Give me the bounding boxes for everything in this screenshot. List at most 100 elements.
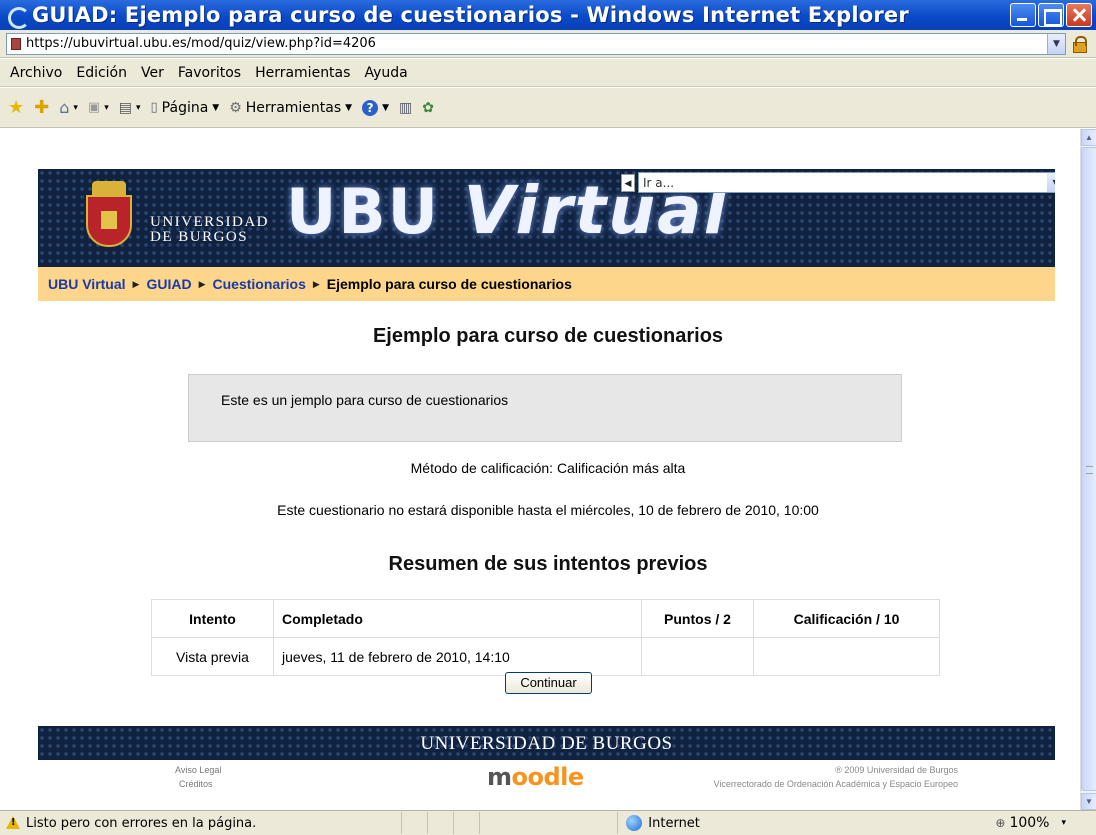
security-zone-label: Internet bbox=[648, 815, 700, 831]
university-name-line1: UNIVERSIDAD bbox=[150, 214, 269, 230]
research-icon[interactable]: ▥ bbox=[399, 100, 412, 116]
grading-method: Método de calificación: Calificación más… bbox=[410, 460, 686, 476]
page-icon bbox=[11, 37, 21, 50]
goto-jump-menu: ◀ Ir a... ▼ bbox=[621, 172, 1055, 193]
close-button[interactable] bbox=[1066, 3, 1092, 27]
scrollbar-thumb[interactable] bbox=[1081, 147, 1096, 791]
site-header: UNIVERSIDAD DE BURGOS UBU Virtual ◀ Ir a… bbox=[38, 169, 1055, 267]
breadcrumb-guiad[interactable]: GUIAD bbox=[146, 276, 191, 292]
chevron-down-icon: ▾ bbox=[135, 102, 141, 113]
university-name-line2: DE BURGOS bbox=[150, 229, 249, 245]
help-icon: ? bbox=[362, 99, 379, 116]
menu-bar: Archivo Edición Ver Favoritos Herramient… bbox=[0, 59, 1096, 87]
status-bar: Listo pero con errores en la página. Int… bbox=[0, 810, 1096, 835]
status-panes bbox=[401, 812, 505, 834]
vertical-scrollbar[interactable]: ▲ ▼ bbox=[1080, 129, 1096, 810]
internet-explorer-icon bbox=[6, 5, 30, 29]
credits-link[interactable]: Créditos bbox=[175, 777, 221, 791]
menu-ver[interactable]: Ver bbox=[141, 65, 164, 81]
breadcrumb-separator-icon: ▶ bbox=[198, 278, 206, 289]
footer-university-title: UNIVERSIDAD DE BURGOS bbox=[420, 733, 673, 754]
copyright-text: ® 2009 Universidad de Burgos bbox=[835, 765, 958, 775]
menu-herramientas[interactable]: Herramientas bbox=[255, 65, 350, 81]
breadcrumb-ubu-virtual[interactable]: UBU Virtual bbox=[48, 276, 126, 292]
table-header-row: Intento Completado Puntos / 2 Calificaci… bbox=[151, 599, 940, 638]
window-controls bbox=[1010, 3, 1092, 27]
minimize-button[interactable] bbox=[1010, 3, 1036, 27]
feeds-icon: ▣ bbox=[87, 100, 101, 115]
menu-edicion[interactable]: Edición bbox=[76, 65, 127, 81]
status-pane bbox=[453, 812, 479, 834]
chevron-down-icon: ▾ bbox=[104, 102, 109, 113]
url-dropdown-icon[interactable]: ▼ bbox=[1047, 33, 1065, 54]
status-pane bbox=[401, 812, 427, 834]
footer-copyright: ® 2009 Universidad de Burgos Vicerrector… bbox=[714, 763, 958, 791]
chevron-down-icon: ▾ bbox=[73, 102, 78, 113]
chevron-down-icon: ▼ bbox=[382, 102, 389, 113]
university-crest-icon bbox=[86, 181, 132, 251]
column-header-calificacion: Calificación / 10 bbox=[753, 599, 940, 638]
page-viewport: UNIVERSIDAD DE BURGOS UBU Virtual ◀ Ir a… bbox=[0, 129, 1080, 810]
zoom-level: 100% bbox=[1009, 815, 1050, 831]
attempt-cell: Vista previa bbox=[151, 637, 274, 676]
home-button[interactable]: ⌂ ▾ bbox=[59, 98, 78, 117]
table-row: Vista previa jueves, 11 de febrero de 20… bbox=[151, 637, 940, 676]
continue-button[interactable]: Continuar bbox=[505, 672, 592, 694]
lock-icon[interactable] bbox=[1072, 35, 1087, 53]
print-button[interactable]: ▤ ▾ bbox=[119, 100, 141, 116]
breadcrumb-separator-icon: ▶ bbox=[132, 278, 140, 289]
university-name: UNIVERSIDAD DE BURGOS bbox=[150, 215, 269, 245]
column-header-intento: Intento bbox=[151, 599, 274, 638]
grade-cell bbox=[753, 637, 940, 676]
maximize-button[interactable] bbox=[1038, 3, 1064, 27]
legal-notice-link[interactable]: Aviso Legal bbox=[175, 763, 221, 777]
feeds-button[interactable]: ▣ ▾ bbox=[88, 100, 109, 115]
availability-notice: Este cuestionario no estará disponible h… bbox=[277, 502, 819, 518]
points-cell bbox=[641, 637, 754, 676]
page-menu-label: Página bbox=[161, 99, 209, 116]
help-button[interactable]: ? ▼ bbox=[362, 99, 389, 116]
attempts-summary-title: Resumen de sus intentos previos bbox=[388, 553, 708, 575]
scroll-up-icon[interactable]: ▲ bbox=[1081, 129, 1096, 146]
breadcrumb-cuestionarios[interactable]: Cuestionarios bbox=[213, 276, 306, 292]
status-message: Listo pero con errores en la página. bbox=[26, 815, 257, 831]
url-input[interactable]: https://ubuvirtual.ubu.es/mod/quiz/view.… bbox=[6, 32, 1066, 55]
status-pane bbox=[427, 812, 453, 834]
favorites-star-icon[interactable]: ★ bbox=[8, 98, 24, 117]
footer-links: Aviso Legal Créditos bbox=[175, 763, 221, 791]
column-header-completado: Completado bbox=[273, 599, 642, 638]
chevron-down-icon: ▼ bbox=[345, 102, 353, 113]
column-header-puntos: Puntos / 2 bbox=[641, 599, 754, 638]
menu-favoritos[interactable]: Favoritos bbox=[178, 65, 241, 81]
scroll-down-icon[interactable]: ▼ bbox=[1081, 793, 1096, 810]
tools-menu-button[interactable]: ⚙ Herramientas ▼ bbox=[229, 100, 352, 116]
chevron-down-icon: ▾ bbox=[1061, 818, 1066, 828]
zoom-icon: ⊕ bbox=[995, 816, 1006, 830]
page-title: Ejemplo para curso de cuestionarios bbox=[372, 325, 724, 347]
goto-select[interactable]: Ir a... ▼ bbox=[638, 172, 1055, 193]
chevron-down-icon[interactable]: ▼ bbox=[1047, 173, 1055, 192]
quiz-intro-box: Este es un jemplo para curso de cuestion… bbox=[188, 374, 902, 442]
completed-cell: jueves, 11 de febrero de 2010, 14:10 bbox=[273, 637, 642, 676]
menu-archivo[interactable]: Archivo bbox=[10, 65, 62, 81]
goto-prev-icon[interactable]: ◀ bbox=[621, 173, 635, 192]
url-text: https://ubuvirtual.ubu.es/mod/quiz/view.… bbox=[26, 36, 376, 51]
page-menu-button[interactable]: ▯ Página ▼ bbox=[151, 100, 220, 116]
add-favorites-icon[interactable]: ✚ bbox=[34, 98, 49, 117]
internet-globe-icon bbox=[626, 815, 643, 831]
zoom-control[interactable]: ⊕ 100% ▾ bbox=[995, 815, 1066, 831]
home-icon: ⌂ bbox=[59, 98, 70, 117]
menu-ayuda[interactable]: Ayuda bbox=[364, 65, 407, 81]
logo-ubu: UBU bbox=[286, 175, 440, 248]
command-bar: ★ ✚ ⌂ ▾ ▣ ▾ ▤ ▾ ▯ Página ▼ ⚙ Herramientas ▼ ? ▼ … bbox=[0, 88, 1096, 128]
window-titlebar: GUIAD: Ejemplo para curso de cuestionari… bbox=[0, 0, 1096, 30]
print-icon: ▤ bbox=[118, 99, 132, 116]
tools-menu-label: Herramientas bbox=[245, 99, 342, 116]
moodle-logo-m: m bbox=[487, 763, 512, 791]
page-icon: ▯ bbox=[150, 100, 158, 115]
warning-icon[interactable] bbox=[6, 816, 20, 830]
moodle-logo[interactable]: moodle bbox=[487, 763, 584, 791]
breadcrumb: UBU Virtual ▶ GUIAD ▶ Cuestionarios ▶ Ej… bbox=[38, 267, 1055, 301]
messenger-icon[interactable]: ✿ bbox=[422, 100, 434, 116]
security-zone[interactable]: Internet bbox=[617, 812, 797, 834]
